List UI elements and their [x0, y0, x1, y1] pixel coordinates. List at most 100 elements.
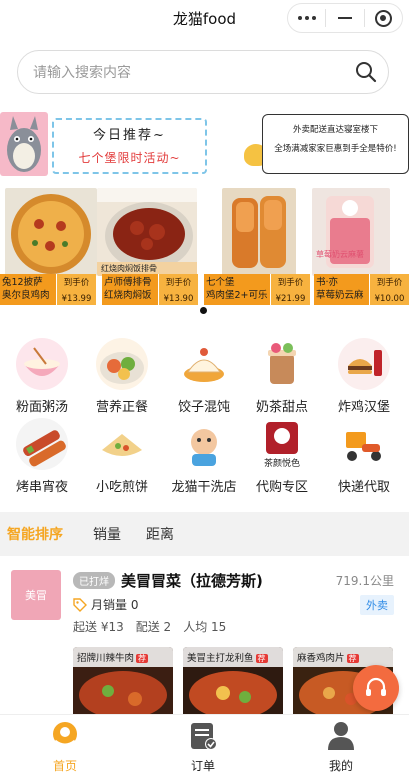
shop-header: 已打烊 美冒冒菜（拉德芳斯): [73, 570, 263, 591]
price-strip: 卢师傅排骨 红烧肉焖饭 到手价 ¥13.90: [102, 274, 198, 305]
target-icon: [374, 9, 392, 27]
meal-plate-icon: [96, 338, 148, 390]
today-subtitle: 七个堡限时活动~: [78, 151, 181, 165]
sort-distance[interactable]: 距离: [146, 524, 174, 544]
skewer-icon: [16, 418, 68, 470]
dish-photo[interactable]: 招牌川辣牛肉荐: [73, 647, 173, 722]
close-button[interactable]: [365, 4, 402, 32]
min-order: 起送 ¥13: [73, 620, 124, 634]
price-strip: 书·亦 草莓奶云麻 到手价 ¥10.00: [314, 274, 409, 305]
shop-distance: 719.1公里: [335, 574, 394, 588]
category-label: 烤串宵夜: [15, 480, 68, 495]
category-label: 代购专区: [255, 480, 308, 495]
pancake-icon: [96, 418, 148, 470]
category-item[interactable]: 奶茶甜点: [244, 338, 320, 415]
tab-label: 我的: [328, 759, 353, 773]
category-item[interactable]: 饺子混饨: [166, 338, 242, 415]
pizza-photo[interactable]: [5, 188, 97, 276]
category-item[interactable]: 营养正餐: [84, 338, 160, 415]
shop-name: 美冒冒菜（拉德芳斯): [121, 572, 263, 590]
tab-orders[interactable]: 订单: [163, 719, 243, 774]
monthly-sales: 月销量 0: [73, 596, 138, 613]
card-name: 书·亦 草莓奶云麻: [316, 277, 364, 301]
category-item[interactable]: 小吃煎饼: [84, 418, 160, 495]
milk-tea-photo[interactable]: 草莓奶云麻薯: [312, 188, 390, 276]
search-input[interactable]: 请输入搜索内容: [33, 62, 344, 82]
sort-bar: 智能排序 销量 距离: [0, 512, 409, 556]
today-recommend-box: 今日推荐~ 七个堡限时活动~: [52, 118, 207, 174]
sort-sales[interactable]: 销量: [93, 524, 121, 544]
tab-home[interactable]: 首页: [25, 719, 105, 774]
search-icon[interactable]: [344, 50, 388, 94]
user-icon: [325, 719, 357, 751]
milk-tea-icon: [256, 338, 308, 390]
shop-logo: 美冒: [11, 570, 61, 620]
tab-profile[interactable]: 我的: [301, 719, 381, 774]
tag-icon: [73, 597, 87, 612]
customer-service-button[interactable]: [353, 665, 399, 711]
search-bar[interactable]: 请输入搜索内容: [17, 50, 389, 94]
minus-icon: [337, 17, 352, 19]
today-title: 今日推荐~: [93, 128, 166, 143]
category-label: 炸鸡汉堡: [337, 400, 390, 415]
category-label: 快递代取: [337, 480, 390, 495]
card-name: 卢师傅排骨 红烧肉焖饭: [104, 277, 152, 301]
category-label: 饺子混饨: [177, 400, 230, 415]
category-item[interactable]: 龙猫干洗店: [166, 418, 242, 495]
svg-text:茶颜悦色: 茶颜悦色: [264, 457, 300, 469]
bottom-tab-bar: 首页 订单 我的: [0, 714, 409, 774]
notice-line-1: 外卖配送直达寝室楼下: [292, 125, 378, 135]
dumpling-icon: [178, 338, 230, 390]
category-item[interactable]: 粉面粥汤: [4, 338, 80, 415]
price-strip: 七个堡 鸡肉堡2+可乐 到手价 ¥21.99: [204, 274, 310, 305]
page-root: 龙猫food 请输入搜索内容 今日推荐~ 七个堡限时活动~ 外卖配送直达寝室楼下…: [0, 0, 409, 774]
price-tag: 到手价 ¥13.90: [158, 274, 198, 305]
delivery-notice: 外卖配送直达寝室楼下 全场满减家家巨惠到手全是特价!: [262, 114, 409, 174]
category-item[interactable]: 快递代取: [326, 418, 402, 495]
dish-name: 麻香鸡肉片荐: [293, 647, 393, 667]
promo-banner[interactable]: 今日推荐~ 七个堡限时活动~ 外卖配送直达寝室楼下 全场满减家家巨惠到手全是特价…: [0, 110, 409, 305]
totoro-mascot-icon: [0, 112, 48, 176]
status-badge: 已打烊: [73, 572, 115, 589]
dish-name: 招牌川辣牛肉荐: [73, 647, 173, 667]
category-label: 营养正餐: [95, 400, 148, 415]
tab-label: 订单: [190, 759, 215, 773]
shopping-icon: 茶颜悦色: [256, 418, 308, 470]
category-label: 奶茶甜点: [255, 400, 308, 415]
fried-chicken-photo[interactable]: [222, 188, 296, 276]
home-icon: [49, 719, 81, 751]
price-tag: 到手价 ¥10.00: [369, 274, 409, 305]
card-name: 七个堡 鸡肉堡2+可乐: [206, 277, 268, 301]
category-label: 龙猫干洗店: [171, 480, 237, 495]
avg-price: 人均 15: [183, 620, 227, 634]
dish-name: 美冒主打龙利鱼荐: [183, 647, 283, 667]
price-tag: 到手价 ¥13.99: [56, 274, 96, 305]
title-bar: 龙猫food: [0, 0, 409, 40]
notice-line-2: 全场满减家家巨惠到手全是特价!: [274, 144, 397, 154]
delivery-type-badge: 外卖: [360, 595, 394, 615]
order-list-icon: [187, 719, 219, 751]
shop-card[interactable]: 美冒 已打烊 美冒冒菜（拉德芳斯) 719.1公里 月销量 0 外卖 起送 ¥1…: [0, 560, 409, 722]
headset-icon: [366, 677, 386, 696]
noodle-bowl-icon: [16, 338, 68, 390]
shop-meta: 起送 ¥13 配送 2 人均 15: [73, 618, 226, 635]
delivery-fee: 配送 2: [135, 620, 172, 634]
dish-photo[interactable]: 美冒主打龙利鱼荐: [183, 647, 283, 722]
delivery-icon: [338, 418, 390, 470]
laundry-icon: [178, 418, 230, 470]
more-button[interactable]: [288, 4, 325, 32]
category-label: 粉面粥汤: [15, 400, 68, 415]
mini-program-capsule: [287, 3, 403, 33]
braised-pork-photo[interactable]: 红烧肉焖饭排骨: [97, 188, 197, 276]
category-item[interactable]: 烤串宵夜: [4, 418, 80, 495]
carousel-indicator[interactable]: [200, 307, 207, 314]
minimize-button[interactable]: [326, 4, 363, 32]
category-label: 小吃煎饼: [95, 480, 148, 495]
more-dots-icon: [297, 16, 316, 20]
sort-smart[interactable]: 智能排序: [7, 524, 63, 544]
burger-icon: [338, 338, 390, 390]
category-item[interactable]: 炸鸡汉堡: [326, 338, 402, 415]
card-overlay-label: 草莓奶云麻薯: [316, 250, 364, 259]
category-item[interactable]: 茶颜悦色 代购专区: [244, 418, 320, 495]
tab-label: 首页: [52, 759, 77, 773]
